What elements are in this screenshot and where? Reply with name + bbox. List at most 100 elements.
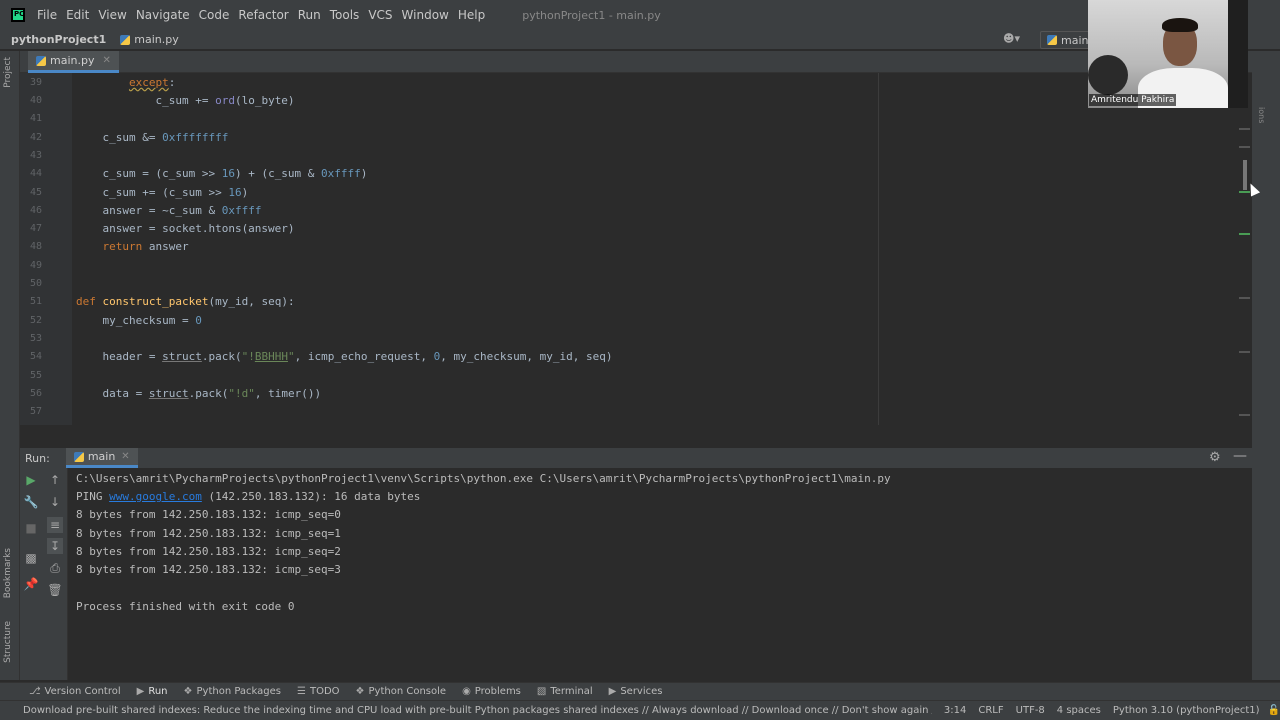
menu-tools[interactable]: Tools xyxy=(330,8,360,22)
interpreter-selector[interactable]: Python 3.10 (pythonProject1) xyxy=(1113,705,1260,716)
print-icon[interactable]: ⎙ xyxy=(47,560,63,576)
code-text: except: xyxy=(128,76,176,89)
close-tab-icon[interactable]: ✕ xyxy=(102,55,110,66)
tool-python-packages[interactable]: ❖ Python Packages xyxy=(184,686,281,697)
menu-view[interactable]: View xyxy=(98,8,126,22)
console-line: Process finished with exit code 0 xyxy=(76,600,295,613)
scroll-to-end-icon[interactable]: ↧ xyxy=(47,538,63,554)
line-number: 56 xyxy=(29,388,42,399)
code-line: 53 xyxy=(20,330,1252,348)
code-line: 57 xyxy=(20,403,1252,421)
menu-refactor[interactable]: Refactor xyxy=(238,8,288,22)
python-console-icon: ❖ xyxy=(355,686,365,697)
line-number: 45 xyxy=(29,187,42,198)
status-message[interactable]: Download pre-built shared indexes: Reduc… xyxy=(23,705,932,716)
minimize-icon[interactable]: — xyxy=(1233,448,1247,464)
webcam-person-hair xyxy=(1162,18,1198,32)
tool-python-console[interactable]: ❖ Python Console xyxy=(356,686,447,697)
code-line: 41 xyxy=(20,110,1252,128)
python-file-icon xyxy=(120,34,131,45)
tool-todo[interactable]: ☰ TODO xyxy=(297,686,340,697)
left-tool-strip: Project Bookmarks Structure xyxy=(0,51,20,680)
run-configuration-selector[interactable]: main xyxy=(1040,31,1090,49)
pin-icon[interactable]: 📌 xyxy=(23,576,39,592)
notifications-tool-tab[interactable]: ions xyxy=(1257,107,1266,123)
menu-code[interactable]: Code xyxy=(199,8,230,22)
code-line: 52 my_checksum = 0 xyxy=(20,312,1252,330)
run-toolbar: ▶ ↑ 🔧 ↓ ■ ≡ ▩ ↧ ⎙ 📌 🗑 xyxy=(20,468,68,680)
webcam-background-shadow xyxy=(1228,0,1248,108)
problems-icon: ◉ xyxy=(462,686,471,697)
menu-window[interactable]: Window xyxy=(402,8,449,22)
tool-windows-bar: ⎇ Version Control ▶ Run ❖ Python Packages ☰… xyxy=(0,682,1280,700)
pycharm-logo-icon xyxy=(11,8,25,22)
scroll-marker xyxy=(1239,297,1250,299)
python-config-icon xyxy=(1047,35,1057,45)
code-line: 39 except: xyxy=(20,74,1252,92)
tool-label: Problems xyxy=(474,686,521,697)
code-line: 50 xyxy=(20,275,1252,293)
soft-wrap-icon[interactable]: ≡ xyxy=(47,517,63,533)
up-arrow-icon[interactable]: ↑ xyxy=(47,472,63,488)
menu-edit[interactable]: Edit xyxy=(66,8,89,22)
project-tool-tab[interactable]: Project xyxy=(3,57,13,88)
line-number: 46 xyxy=(29,205,42,216)
editor-tab-main-py[interactable]: main.py ✕ xyxy=(28,51,119,73)
breadcrumb-file[interactable]: main.py xyxy=(120,33,179,46)
console-line: C:\Users\amrit\PycharmProjects\pythonPro… xyxy=(76,472,891,485)
editor-tab-bar: main.py ✕ xyxy=(20,51,1252,73)
structure-tool-tab[interactable]: Structure xyxy=(3,621,13,663)
ping-host-link[interactable]: www.google.com xyxy=(109,490,202,503)
user-icon[interactable]: ☻▾ xyxy=(1003,32,1023,45)
window-title: pythonProject1 - main.py xyxy=(522,8,661,22)
tool-run[interactable]: ▶ Run xyxy=(137,686,168,697)
file-encoding[interactable]: UTF-8 xyxy=(1016,705,1045,716)
tool-services[interactable]: ▶ Services xyxy=(609,686,663,697)
rerun-icon[interactable]: ▶ xyxy=(23,472,39,488)
line-number: 44 xyxy=(29,168,42,179)
bookmarks-tool-tab[interactable]: Bookmarks xyxy=(3,548,13,598)
line-separator[interactable]: CRLF xyxy=(978,705,1003,716)
run-tab-main[interactable]: main ✕ xyxy=(65,448,138,468)
code-line: 46 answer = ~c_sum & 0xffff xyxy=(20,202,1252,220)
line-number: 57 xyxy=(29,406,42,417)
trash-icon[interactable]: 🗑 xyxy=(47,582,63,598)
code-line: 43 xyxy=(20,147,1252,165)
tool-terminal[interactable]: ▧ Terminal xyxy=(537,686,593,697)
line-number: 53 xyxy=(29,333,42,344)
lock-icon[interactable]: 🔓 xyxy=(1268,705,1280,716)
code-text: answer = ~c_sum & 0xffff xyxy=(76,204,262,217)
code-line: 56 data = struct.pack("!d", timer()) xyxy=(20,385,1252,403)
status-bar: Download pre-built shared indexes: Reduc… xyxy=(0,700,1280,720)
ping-prefix: PING xyxy=(76,490,110,503)
line-number: 47 xyxy=(29,223,42,234)
tool-label: TODO xyxy=(309,686,340,697)
code-editor[interactable]: 39 except: 40 c_sum += ord(lo_byte) 41 4… xyxy=(20,73,1252,425)
tool-label: Python Packages xyxy=(196,686,282,697)
wrench-icon[interactable]: 🔧 xyxy=(23,494,39,510)
console-line: 8 bytes from 142.250.183.132: icmp_seq=1 xyxy=(76,527,341,540)
run-console[interactable]: C:\Users\amrit\PycharmProjects\pythonPro… xyxy=(68,468,1252,680)
code-line: 54 header = struct.pack("!BBHHH", icmp_e… xyxy=(20,348,1252,366)
tool-problems[interactable]: ◉ Problems xyxy=(462,686,521,697)
down-arrow-icon[interactable]: ↓ xyxy=(47,494,63,510)
indent-setting[interactable]: 4 spaces xyxy=(1057,705,1101,716)
menu-vcs[interactable]: VCS xyxy=(368,8,392,22)
breadcrumb-project[interactable]: pythonProject1 xyxy=(11,33,106,46)
scroll-marker xyxy=(1239,128,1250,130)
code-text: c_sum = (c_sum >> 16) + (c_sum & 0xffff) xyxy=(76,167,368,180)
tool-label: Version Control xyxy=(44,686,121,697)
code-line: 55 xyxy=(20,367,1252,385)
layout-icon[interactable]: ▩ xyxy=(23,550,39,566)
menu-navigate[interactable]: Navigate xyxy=(136,8,190,22)
gear-icon[interactable]: ⚙ xyxy=(1209,450,1221,465)
tool-version-control[interactable]: ⎇ Version Control xyxy=(29,686,121,697)
menu-run[interactable]: Run xyxy=(298,8,321,22)
caret-position[interactable]: 3:14 xyxy=(944,705,966,716)
code-text: c_sum &= 0xffffffff xyxy=(76,131,229,144)
menu-help[interactable]: Help xyxy=(458,8,485,22)
line-number: 48 xyxy=(29,241,42,252)
stop-icon[interactable]: ■ xyxy=(23,520,39,536)
menu-file[interactable]: File xyxy=(37,8,57,22)
close-run-tab-icon[interactable]: ✕ xyxy=(121,451,129,462)
